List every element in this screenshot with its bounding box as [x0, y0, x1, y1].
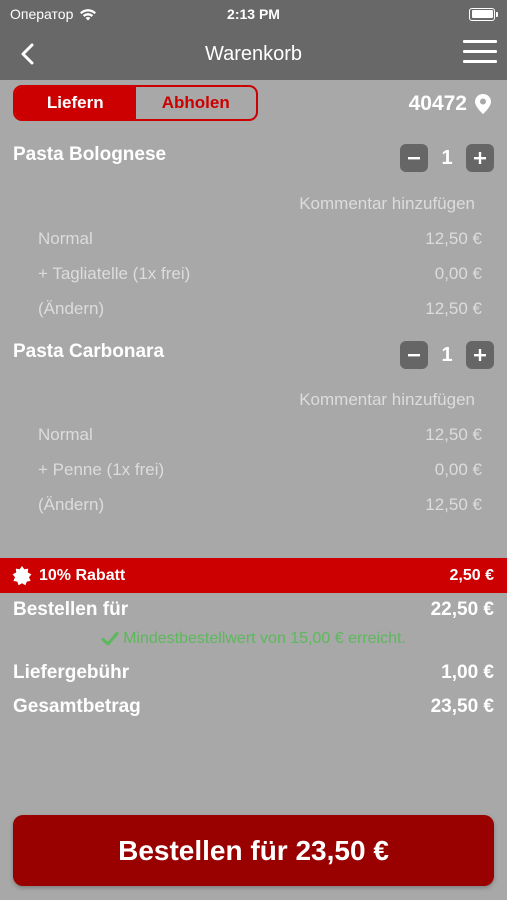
tab-liefern[interactable]: Liefern [15, 87, 136, 119]
discount-label-group: 10% Rabatt [12, 565, 126, 586]
plus-icon [474, 152, 486, 164]
total-amount: 23,50 € [430, 696, 494, 717]
cart-item-name: Pasta Bolognese [13, 144, 167, 165]
item-line-price: 0,00 € [434, 264, 482, 283]
discount-bar: 10% Rabatt 2,50 € [0, 558, 507, 593]
change-item-link[interactable]: (Ändern) [38, 495, 104, 515]
add-comment-link[interactable]: Kommentar hinzufügen [299, 390, 475, 410]
delivery-fee-row: Liefergebühr 1,00 € [13, 662, 494, 684]
item-line: Normal 12,50 € [38, 425, 482, 445]
delivery-fee-amount: 1,00 € [441, 662, 494, 683]
add-comment-link[interactable]: Kommentar hinzufügen [299, 194, 475, 214]
quantity-value: 1 [441, 146, 453, 169]
back-chevron-icon[interactable] [14, 40, 42, 68]
item-line: (Ändern) 12,50 € [38, 299, 482, 319]
decrease-quantity-button[interactable] [400, 341, 428, 369]
item-line-label: Normal [38, 229, 93, 248]
cart-item-name: Pasta Carbonara [13, 341, 165, 362]
battery-icon [469, 7, 498, 21]
subtotal-amount: 22,50 € [430, 599, 494, 620]
quantity-value: 1 [441, 343, 453, 366]
page-title: Warenkorb [204, 42, 303, 65]
item-line-price: 12,50 € [425, 495, 482, 514]
discount-badge-icon [12, 565, 32, 585]
item-line-price: 12,50 € [425, 425, 482, 444]
carrier-name: Оператор [10, 6, 74, 22]
increase-quantity-button[interactable] [466, 341, 494, 369]
tab-abholen[interactable]: Abholen [136, 87, 257, 119]
item-line: Normal 12,50 € [38, 229, 482, 249]
wifi-icon [80, 8, 97, 20]
checkmark-icon [101, 632, 119, 646]
postcode-selector[interactable]: 40472 [409, 90, 491, 118]
location-pin-icon [475, 94, 491, 114]
discount-label: 10% Rabatt [39, 566, 126, 584]
item-line: (Ändern) 12,50 € [38, 495, 482, 515]
place-order-button[interactable]: Bestellen für 23,50 € [13, 815, 494, 886]
minus-icon [408, 157, 420, 160]
minus-icon [408, 354, 420, 357]
subtotal-row: Bestellen für 22,50 € [13, 599, 494, 621]
item-line: + Tagliatelle (1x frei) 0,00 € [38, 264, 482, 284]
delivery-fee-label: Liefergebühr [13, 662, 130, 683]
item-line-price: 0,00 € [434, 460, 482, 479]
item-line-price: 12,50 € [425, 299, 482, 318]
status-bar: Оператор 2:13 PM [0, 0, 507, 28]
total-row: Gesamtbetrag 23,50 € [13, 696, 494, 718]
change-item-link[interactable]: (Ändern) [38, 299, 104, 319]
decrease-quantity-button[interactable] [400, 144, 428, 172]
increase-quantity-button[interactable] [466, 144, 494, 172]
minimum-order-text: Mindestbestellwert von 15,00 € erreicht. [123, 630, 406, 647]
postcode-value: 40472 [408, 92, 467, 115]
plus-icon [474, 349, 486, 361]
item-line: + Penne (1x frei) 0,00 € [38, 460, 482, 480]
item-line-label: + Tagliatelle (1x frei) [38, 264, 191, 283]
item-line-label: Normal [38, 425, 93, 444]
item-line-label: + Penne (1x frei) [38, 460, 165, 479]
discount-amount: 2,50 € [449, 566, 494, 584]
subtotal-label: Bestellen für [13, 599, 129, 620]
quantity-stepper: 1 [400, 341, 494, 369]
delivery-mode-toggle: Liefern Abholen [13, 85, 258, 121]
total-label: Gesamtbetrag [13, 696, 141, 717]
status-left: Оператор [10, 6, 97, 22]
item-line-price: 12,50 € [425, 229, 482, 248]
quantity-stepper: 1 [400, 144, 494, 172]
hamburger-menu-icon[interactable] [463, 40, 497, 66]
nav-bar: Warenkorb [0, 28, 507, 80]
minimum-order-note: Mindestbestellwert von 15,00 € erreicht. [0, 630, 507, 648]
